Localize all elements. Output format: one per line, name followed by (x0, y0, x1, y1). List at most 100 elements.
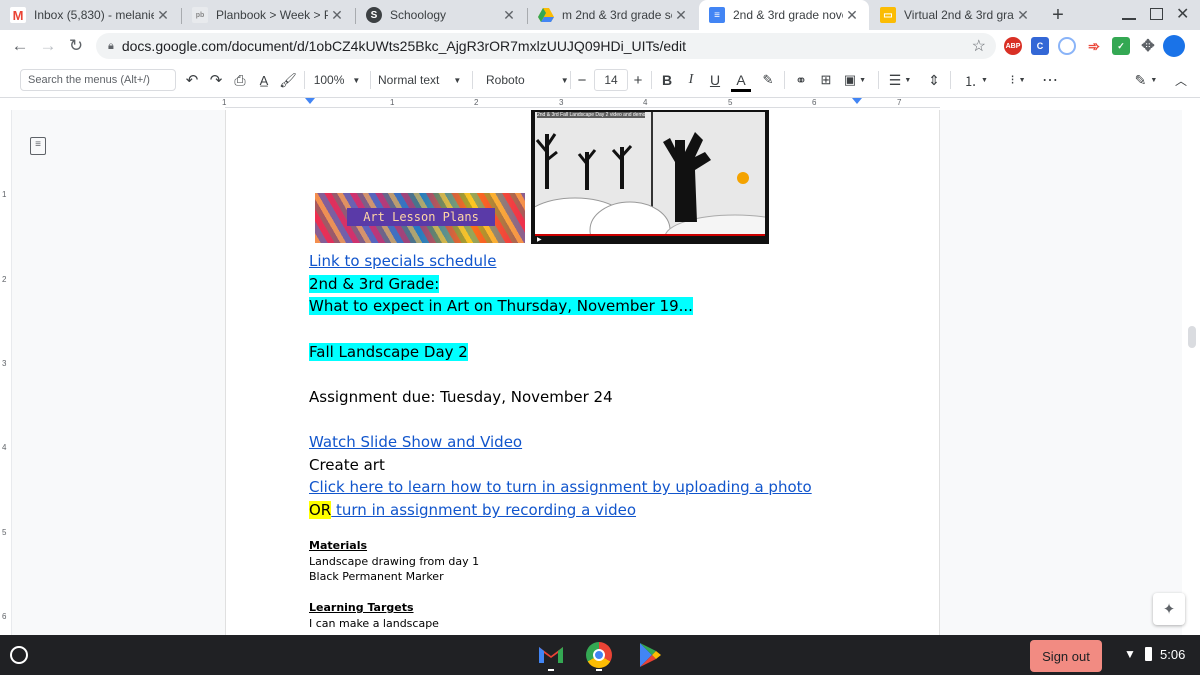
close-icon[interactable]: ✕ (1014, 7, 1032, 24)
line-spacing-icon[interactable]: ⇕ (924, 70, 944, 90)
editing-mode-icon[interactable]: ✎ ▼ (1130, 70, 1162, 90)
increase-font-button[interactable]: + (630, 70, 646, 90)
ruler-number: 1 (222, 98, 227, 107)
vertical-ruler: 1 2 3 4 5 6 (0, 110, 12, 635)
tab-schoology[interactable]: S Schoology ✕ (356, 0, 526, 30)
ruler-number: 3 (2, 359, 7, 368)
ruler-number: 6 (812, 98, 817, 107)
right-indent-marker-icon[interactable] (852, 98, 862, 104)
divider (472, 71, 473, 89)
horizontal-ruler: 1 1 2 3 4 5 6 7 (0, 98, 1200, 110)
ruler-number: 4 (2, 443, 7, 452)
scrollbar-thumb[interactable] (1188, 326, 1196, 348)
bold-button[interactable]: B (658, 70, 676, 90)
avatar[interactable] (1163, 35, 1185, 57)
extension-check-icon[interactable]: ✓ (1112, 37, 1130, 55)
chrome-icon[interactable] (586, 642, 612, 668)
wifi-icon[interactable]: ▼ (1124, 647, 1136, 661)
close-icon[interactable]: ✕ (328, 7, 346, 24)
learning-target-item: I can make a landscape (309, 617, 439, 630)
ruler-number: 2 (474, 98, 479, 107)
tab-slides[interactable]: ▭ Virtual 2nd & 3rd grade ✕ (870, 0, 1040, 30)
ruler-number: 6 (2, 612, 7, 621)
extension-arrow-icon[interactable]: ➾ (1085, 37, 1103, 55)
caret-down-icon: ▼ (453, 75, 462, 85)
upload-photo-link[interactable]: Click here to learn how to turn in assig… (309, 478, 812, 496)
specials-schedule-link[interactable]: Link to specials schedule (309, 252, 496, 270)
explore-icon[interactable]: ✦ (1153, 593, 1185, 625)
underline-button[interactable]: U (706, 70, 724, 90)
lock-icon: 🔒︎ (108, 39, 114, 52)
ruler-number: 4 (643, 98, 648, 107)
bulleted-list-icon[interactable]: ⁝ ▼ (1000, 70, 1036, 90)
link-icon[interactable]: ⚭ (790, 70, 812, 90)
adblock-icon[interactable]: ABP (1004, 37, 1022, 55)
close-icon[interactable]: ✕ (843, 7, 861, 24)
minimize-button[interactable] (1122, 6, 1136, 20)
print-icon[interactable]: ⎙ (230, 70, 250, 90)
new-tab-button[interactable]: + (1046, 4, 1070, 26)
sign-out-button[interactable]: Sign out (1030, 640, 1102, 672)
close-icon[interactable]: ✕ (500, 7, 518, 24)
close-icon[interactable]: ✕ (154, 7, 172, 24)
text-color-button[interactable]: A (731, 70, 751, 92)
close-window-button[interactable]: ✕ (1176, 4, 1189, 24)
reload-button[interactable]: ↻ (64, 34, 88, 58)
redo-icon[interactable]: ↷ (206, 70, 226, 90)
font-size-input[interactable]: 14 (594, 69, 628, 91)
close-icon[interactable]: ✕ (672, 7, 690, 24)
align-icon[interactable]: ☰ ▼ (884, 70, 916, 90)
tab-planbook[interactable]: pb Planbook > Week > Plan ✕ (182, 0, 354, 30)
maximize-button[interactable] (1150, 8, 1163, 20)
tab-gmail[interactable]: M Inbox (5,830) - melanie.m ✕ (0, 0, 180, 30)
puzzle-icon[interactable]: ✥ (1139, 37, 1157, 55)
docs-toolbar: Search the menus (Alt+/) ↶ ↷ ⎙ A̲ 🖌︎ 100… (0, 62, 1200, 98)
paint-format-icon[interactable]: 🖌︎ (278, 70, 298, 90)
undo-icon[interactable]: ↶ (182, 70, 202, 90)
gmail-icon: M (10, 7, 26, 23)
chevron-up-icon[interactable]: ︿ (1172, 70, 1190, 90)
font-select[interactable]: Roboto ▼ (480, 70, 569, 90)
italic-button[interactable]: I (682, 70, 700, 90)
material-item: Landscape drawing from day 1 (309, 555, 480, 568)
launcher-icon[interactable] (10, 646, 28, 664)
caret-down-icon: ▼ (352, 75, 361, 85)
back-button[interactable]: ← (8, 34, 32, 58)
more-icon[interactable]: ⋯ (1040, 70, 1060, 90)
decrease-font-button[interactable]: − (574, 70, 590, 90)
slides-icon: ▭ (880, 7, 896, 23)
clock[interactable]: 5:06 (1160, 647, 1185, 662)
ruler-number: 1 (390, 98, 395, 107)
running-indicator (548, 669, 554, 671)
record-video-link[interactable]: turn in assignment by recording a video (331, 501, 636, 519)
star-icon[interactable]: ☆ (972, 36, 986, 56)
battery-icon[interactable] (1145, 647, 1152, 661)
search-menus-input[interactable]: Search the menus (Alt+/) (20, 69, 176, 91)
ruler-number: 3 (559, 98, 564, 107)
video-progress-bar[interactable] (535, 234, 765, 236)
highlight-icon[interactable]: ✎ (758, 70, 778, 90)
art-lesson-banner-image: Art Lesson Plans (315, 193, 525, 243)
numbered-list-icon[interactable]: ⒈ ▼ (958, 70, 994, 90)
outline-icon[interactable]: ≡ (30, 137, 46, 155)
style-select[interactable]: Normal text ▼ (378, 70, 466, 90)
indent-marker-icon[interactable] (305, 98, 315, 104)
watch-slideshow-link[interactable]: Watch Slide Show and Video (309, 433, 522, 451)
gmail-app-icon[interactable] (537, 643, 565, 667)
tab-docs-active[interactable]: ≡ 2nd & 3rd grade novemb ✕ (699, 0, 869, 30)
play-icon[interactable]: ▶ (537, 236, 542, 243)
divider (950, 71, 951, 89)
zoom-select[interactable]: 100% ▼ (312, 70, 362, 90)
comment-icon[interactable]: ⊞ (816, 70, 836, 90)
play-store-icon[interactable] (638, 642, 664, 668)
spellcheck-icon[interactable]: A̲ (254, 70, 274, 90)
forward-button[interactable]: → (36, 34, 60, 58)
material-item: Black Permanent Marker (309, 570, 444, 583)
learning-targets-heading: Learning Targets (309, 601, 414, 614)
video-thumbnail[interactable]: 2nd & 3rd Fall Landscape Day 2 video and… (531, 110, 769, 244)
insert-image-icon[interactable]: ▣ ▼ (840, 70, 870, 90)
extension-c-icon[interactable]: C (1031, 37, 1049, 55)
tab-drive[interactable]: m 2nd & 3rd grade scho ✕ (528, 0, 698, 30)
extension-circle-icon[interactable] (1058, 37, 1076, 55)
address-bar[interactable]: 🔒︎ docs.google.com/document/d/1obCZ4kUWt… (96, 33, 996, 59)
